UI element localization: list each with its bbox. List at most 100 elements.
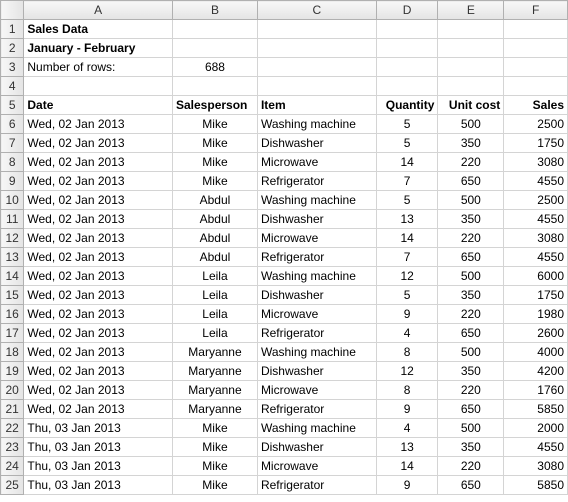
cell-blank[interactable] <box>257 77 376 96</box>
cell-unitcost[interactable]: 500 <box>438 115 504 134</box>
cell-blank[interactable] <box>376 20 438 39</box>
cell-quantity[interactable]: 14 <box>376 153 438 172</box>
cell-sales[interactable]: 4200 <box>504 362 568 381</box>
cell-blank[interactable] <box>376 58 438 77</box>
row-header-8[interactable]: 8 <box>1 153 24 172</box>
cell-blank[interactable] <box>376 77 438 96</box>
cell-title[interactable]: Sales Data <box>24 20 173 39</box>
cell-date[interactable]: Wed, 02 Jan 2013 <box>24 324 173 343</box>
cell-blank[interactable] <box>257 39 376 58</box>
cell-numrows-value[interactable]: 688 <box>173 58 258 77</box>
cell-unitcost[interactable]: 220 <box>438 457 504 476</box>
cell-unitcost[interactable]: 220 <box>438 153 504 172</box>
cell-sales[interactable]: 1750 <box>504 286 568 305</box>
cell-sales[interactable]: 5850 <box>504 476 568 495</box>
cell-quantity[interactable]: 13 <box>376 438 438 457</box>
header-date[interactable]: Date <box>24 96 173 115</box>
row-header-6[interactable]: 6 <box>1 115 24 134</box>
header-salesperson[interactable]: Salesperson <box>173 96 258 115</box>
cell-date[interactable]: Wed, 02 Jan 2013 <box>24 172 173 191</box>
select-all-corner[interactable] <box>1 1 24 20</box>
cell-subtitle[interactable]: January - February <box>24 39 173 58</box>
row-header-5[interactable]: 5 <box>1 96 24 115</box>
cell-sales[interactable]: 1760 <box>504 381 568 400</box>
cell-quantity[interactable]: 5 <box>376 286 438 305</box>
cell-item[interactable]: Microwave <box>257 457 376 476</box>
cell-salesperson[interactable]: Mike <box>173 438 258 457</box>
cell-item[interactable]: Refrigerator <box>257 476 376 495</box>
cell-blank[interactable] <box>173 77 258 96</box>
row-header-15[interactable]: 15 <box>1 286 24 305</box>
cell-item[interactable]: Dishwasher <box>257 134 376 153</box>
cell-date[interactable]: Wed, 02 Jan 2013 <box>24 229 173 248</box>
row-header-21[interactable]: 21 <box>1 400 24 419</box>
cell-sales[interactable]: 3080 <box>504 229 568 248</box>
row-header-11[interactable]: 11 <box>1 210 24 229</box>
cell-quantity[interactable]: 12 <box>376 362 438 381</box>
cell-quantity[interactable]: 8 <box>376 381 438 400</box>
cell-date[interactable]: Wed, 02 Jan 2013 <box>24 400 173 419</box>
cell-date[interactable]: Wed, 02 Jan 2013 <box>24 210 173 229</box>
cell-item[interactable]: Microwave <box>257 153 376 172</box>
cell-salesperson[interactable]: Abdul <box>173 210 258 229</box>
row-header-4[interactable]: 4 <box>1 77 24 96</box>
cell-quantity[interactable]: 14 <box>376 457 438 476</box>
cell-sales[interactable]: 1980 <box>504 305 568 324</box>
row-header-18[interactable]: 18 <box>1 343 24 362</box>
cell-quantity[interactable]: 5 <box>376 134 438 153</box>
cell-unitcost[interactable]: 350 <box>438 438 504 457</box>
cell-salesperson[interactable]: Mike <box>173 419 258 438</box>
cell-date[interactable]: Wed, 02 Jan 2013 <box>24 134 173 153</box>
cell-item[interactable]: Dishwasher <box>257 362 376 381</box>
cell-sales[interactable]: 4550 <box>504 210 568 229</box>
cell-item[interactable]: Refrigerator <box>257 400 376 419</box>
cell-blank[interactable] <box>504 58 568 77</box>
cell-blank[interactable] <box>438 20 504 39</box>
cell-quantity[interactable]: 8 <box>376 343 438 362</box>
cell-unitcost[interactable]: 650 <box>438 476 504 495</box>
cell-item[interactable]: Dishwasher <box>257 438 376 457</box>
row-header-16[interactable]: 16 <box>1 305 24 324</box>
cell-date[interactable]: Wed, 02 Jan 2013 <box>24 153 173 172</box>
col-header-E[interactable]: E <box>438 1 504 20</box>
cell-quantity[interactable]: 7 <box>376 248 438 267</box>
cell-date[interactable]: Wed, 02 Jan 2013 <box>24 362 173 381</box>
cell-quantity[interactable]: 5 <box>376 115 438 134</box>
col-header-D[interactable]: D <box>376 1 438 20</box>
col-header-C[interactable]: C <box>257 1 376 20</box>
row-header-2[interactable]: 2 <box>1 39 24 58</box>
cell-sales[interactable]: 4000 <box>504 343 568 362</box>
cell-quantity[interactable]: 9 <box>376 305 438 324</box>
cell-sales[interactable]: 2500 <box>504 191 568 210</box>
cell-quantity[interactable]: 13 <box>376 210 438 229</box>
cell-unitcost[interactable]: 650 <box>438 324 504 343</box>
cell-salesperson[interactable]: Mike <box>173 115 258 134</box>
cell-item[interactable]: Microwave <box>257 381 376 400</box>
cell-unitcost[interactable]: 350 <box>438 362 504 381</box>
cell-numrows-label[interactable]: Number of rows: <box>24 58 173 77</box>
cell-date[interactable]: Thu, 03 Jan 2013 <box>24 476 173 495</box>
row-header-9[interactable]: 9 <box>1 172 24 191</box>
cell-unitcost[interactable]: 500 <box>438 191 504 210</box>
cell-item[interactable]: Refrigerator <box>257 248 376 267</box>
cell-unitcost[interactable]: 350 <box>438 134 504 153</box>
cell-quantity[interactable]: 12 <box>376 267 438 286</box>
cell-date[interactable]: Thu, 03 Jan 2013 <box>24 438 173 457</box>
cell-unitcost[interactable]: 500 <box>438 267 504 286</box>
cell-item[interactable]: Microwave <box>257 305 376 324</box>
cell-sales[interactable]: 3080 <box>504 153 568 172</box>
row-header-19[interactable]: 19 <box>1 362 24 381</box>
cell-salesperson[interactable]: Leila <box>173 286 258 305</box>
cell-quantity[interactable]: 4 <box>376 419 438 438</box>
cell-date[interactable]: Thu, 03 Jan 2013 <box>24 457 173 476</box>
cell-unitcost[interactable]: 350 <box>438 286 504 305</box>
cell-blank[interactable] <box>173 20 258 39</box>
cell-sales[interactable]: 2500 <box>504 115 568 134</box>
cell-item[interactable]: Washing machine <box>257 267 376 286</box>
cell-unitcost[interactable]: 220 <box>438 381 504 400</box>
cell-blank[interactable] <box>24 77 173 96</box>
cell-blank[interactable] <box>257 20 376 39</box>
cell-blank[interactable] <box>173 39 258 58</box>
cell-quantity[interactable]: 7 <box>376 172 438 191</box>
row-header-14[interactable]: 14 <box>1 267 24 286</box>
